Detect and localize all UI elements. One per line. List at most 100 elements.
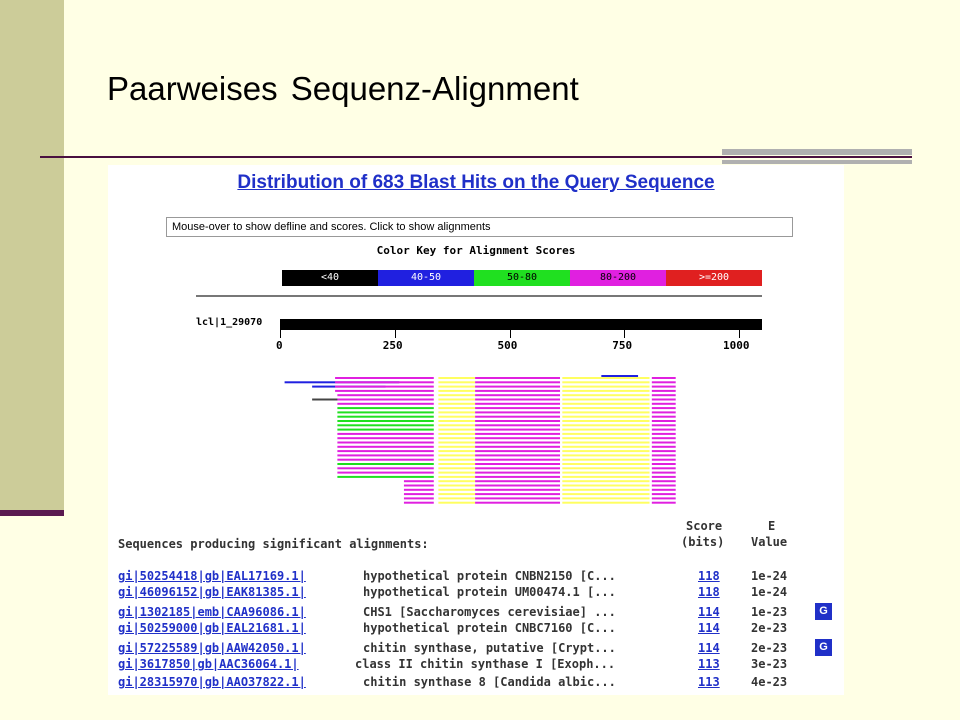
hit-segment[interactable] (337, 394, 434, 397)
hit-segment[interactable] (475, 381, 561, 384)
hit-segment[interactable] (651, 501, 676, 504)
hit-segment[interactable] (562, 428, 650, 431)
hit-segment[interactable] (562, 501, 650, 504)
hit-segment[interactable] (475, 428, 561, 431)
hit-segment[interactable] (475, 411, 561, 414)
hit-segment[interactable] (438, 394, 476, 397)
hit-segment[interactable] (651, 402, 676, 405)
hit-segment[interactable] (562, 454, 650, 457)
hit-segment[interactable] (562, 463, 650, 465)
hit-segment[interactable] (438, 402, 476, 405)
hit-segment[interactable] (403, 497, 434, 500)
hit-segment[interactable] (651, 488, 676, 491)
hit-segment[interactable] (475, 407, 561, 410)
hit-segment[interactable] (651, 450, 676, 453)
blast-hit-graphic[interactable] (108, 365, 844, 510)
hit-segment[interactable] (651, 407, 676, 410)
score-link[interactable]: 114 (698, 605, 720, 619)
hit-segment[interactable] (403, 493, 434, 496)
hit-segment[interactable] (337, 415, 434, 418)
hit-segment[interactable] (475, 450, 561, 453)
accession-link[interactable]: gi|50254418|gb|EAL17169.1| (118, 569, 306, 583)
hit-segment[interactable] (337, 475, 434, 478)
hit-segment[interactable] (651, 497, 676, 500)
hit-segment[interactable] (438, 398, 476, 401)
hit-segment[interactable] (438, 454, 476, 457)
hit-segment[interactable] (651, 385, 676, 388)
hit-segment[interactable] (337, 467, 434, 470)
hit-segment[interactable] (337, 437, 434, 440)
hit-segment[interactable] (337, 424, 434, 427)
hit-segment[interactable] (337, 432, 434, 435)
hit-segment[interactable] (438, 497, 476, 500)
hit-segment[interactable] (651, 484, 676, 487)
hit-segment[interactable] (335, 381, 434, 384)
hit-segment[interactable] (403, 484, 434, 487)
hit-segment[interactable] (562, 420, 650, 422)
hit-segment[interactable] (562, 398, 650, 401)
hit-segment[interactable] (562, 450, 650, 453)
hit-segment[interactable] (475, 385, 561, 388)
hit-segment[interactable] (651, 420, 676, 422)
hit-segment[interactable] (562, 493, 650, 496)
hit-segment[interactable] (651, 467, 676, 470)
accession-link[interactable]: gi|3617850|gb|AAC36064.1| (118, 657, 299, 671)
hit-segment[interactable] (438, 471, 476, 474)
hit-segment[interactable] (562, 475, 650, 478)
score-link[interactable]: 118 (698, 585, 720, 599)
hit-segment[interactable] (438, 467, 476, 470)
hit-segment[interactable] (562, 377, 650, 379)
hit-segment[interactable] (562, 394, 650, 397)
hit-segment[interactable] (438, 488, 476, 491)
hit-segment[interactable] (438, 415, 476, 418)
hit-segment[interactable] (337, 402, 434, 405)
accession-link[interactable]: gi|57225589|gb|AAW42050.1| (118, 641, 306, 655)
hit-segment[interactable] (438, 441, 476, 444)
hit-segment[interactable] (337, 445, 434, 448)
hit-segment[interactable] (562, 497, 650, 500)
hit-segment[interactable] (562, 385, 650, 388)
hit-segment[interactable] (475, 493, 561, 496)
score-link[interactable]: 113 (698, 675, 720, 689)
hit-segment[interactable] (438, 458, 476, 461)
score-link[interactable]: 113 (698, 657, 720, 671)
hit-segment[interactable] (562, 480, 650, 483)
hit-segment[interactable] (651, 463, 676, 465)
hit-segment[interactable] (475, 501, 561, 504)
hit-segment[interactable] (475, 420, 561, 422)
hit-segment[interactable] (651, 458, 676, 461)
hit-segment[interactable] (651, 475, 676, 478)
hit-segment[interactable] (651, 445, 676, 448)
hit-segment[interactable] (438, 377, 476, 379)
hit-segment[interactable] (475, 415, 561, 418)
hit-segment[interactable] (475, 437, 561, 440)
score-link[interactable]: 114 (698, 621, 720, 635)
hit-segment[interactable] (438, 445, 476, 448)
hit-segment[interactable] (651, 454, 676, 457)
accession-link[interactable]: gi|28315970|gb|AAO37822.1| (118, 675, 306, 689)
hit-segment[interactable] (337, 428, 434, 431)
hit-segment[interactable] (475, 475, 561, 478)
hit-segment[interactable] (438, 484, 476, 487)
gene-link-icon[interactable]: G (815, 639, 832, 656)
hit-segment[interactable] (403, 480, 434, 483)
hit-segment[interactable] (475, 454, 561, 457)
hit-segment[interactable] (475, 398, 561, 401)
accession-link[interactable]: gi|46096152|gb|EAK81385.1| (118, 585, 306, 599)
hit-segment[interactable] (337, 471, 434, 474)
hit-segment[interactable] (601, 375, 639, 377)
hit-segment[interactable] (438, 475, 476, 478)
hit-segment[interactable] (562, 488, 650, 491)
hit-segment[interactable] (438, 501, 476, 504)
hit-segment[interactable] (335, 385, 434, 388)
hit-segment[interactable] (475, 394, 561, 397)
hit-segment[interactable] (562, 389, 650, 392)
score-link[interactable]: 114 (698, 641, 720, 655)
hit-segment[interactable] (651, 493, 676, 496)
hit-segment[interactable] (562, 437, 650, 440)
hit-segment[interactable] (562, 424, 650, 427)
hit-segment[interactable] (651, 398, 676, 401)
hit-segment[interactable] (438, 420, 476, 422)
hit-segment[interactable] (475, 484, 561, 487)
hit-segment[interactable] (562, 445, 650, 448)
